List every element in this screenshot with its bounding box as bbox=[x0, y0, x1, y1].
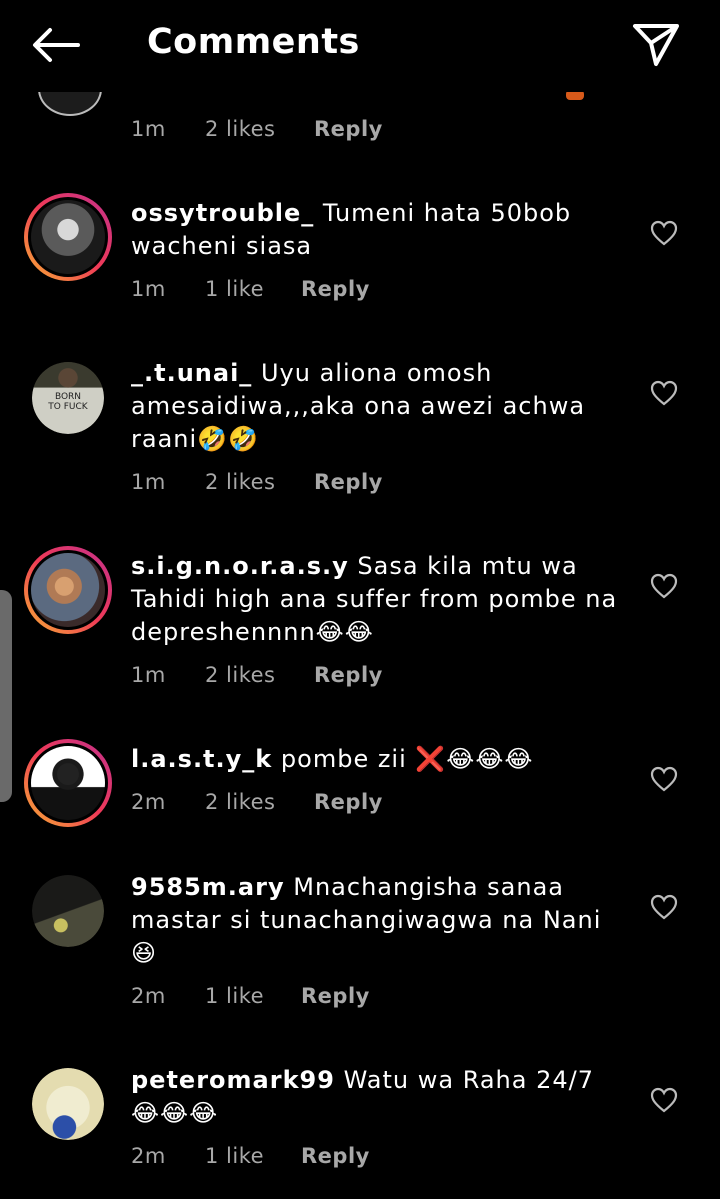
comment-likes[interactable]: 2 likes bbox=[205, 117, 275, 141]
page-title: Comments bbox=[147, 22, 360, 62]
comment-time: 1m bbox=[131, 470, 166, 494]
reply-button[interactable]: Reply bbox=[301, 1144, 370, 1168]
scrollbar-thumb[interactable] bbox=[0, 590, 12, 802]
comment-time: 1m bbox=[131, 117, 166, 141]
comment-text: 9585m.ary Mnachangisha sanaa mastar si t… bbox=[131, 871, 621, 970]
reply-button[interactable]: Reply bbox=[314, 663, 383, 687]
comment-likes[interactable]: 1 like bbox=[205, 984, 264, 1008]
comment-likes[interactable]: 2 likes bbox=[205, 790, 275, 814]
comment-time: 1m bbox=[131, 663, 166, 687]
comment-time: 2m bbox=[131, 984, 166, 1008]
arrow-left-icon bbox=[33, 28, 80, 62]
avatar[interactable] bbox=[32, 1068, 104, 1140]
comment-likes[interactable]: 1 like bbox=[205, 277, 264, 301]
heart-icon[interactable] bbox=[650, 894, 678, 920]
paper-plane-icon bbox=[633, 24, 679, 66]
comment-likes[interactable]: 2 likes bbox=[205, 663, 275, 687]
comment-time: 2m bbox=[131, 790, 166, 814]
comment-username[interactable]: _.t.unai_ bbox=[131, 359, 252, 387]
comment-body: pombe zii ❌😂😂😂 bbox=[280, 745, 534, 773]
comment-username[interactable]: ossytrouble_ bbox=[131, 199, 314, 227]
comment-likes[interactable]: 2 likes bbox=[205, 470, 275, 494]
header-bar: Comments bbox=[0, 0, 720, 92]
comment-time: 1m bbox=[131, 277, 166, 301]
avatar[interactable] bbox=[24, 546, 112, 634]
avatar[interactable] bbox=[24, 739, 112, 827]
heart-icon[interactable] bbox=[650, 1087, 678, 1113]
comment-username[interactable]: s.i.g.n.o.r.a.s.y bbox=[131, 552, 349, 580]
comment-username[interactable]: l.a.s.t.y_k bbox=[131, 745, 272, 773]
share-button[interactable] bbox=[632, 22, 680, 68]
back-button[interactable] bbox=[30, 26, 82, 64]
comment-likes[interactable]: 1 like bbox=[205, 1144, 264, 1168]
reply-button[interactable]: Reply bbox=[314, 117, 383, 141]
reply-button[interactable]: Reply bbox=[301, 984, 370, 1008]
reply-button[interactable]: Reply bbox=[314, 470, 383, 494]
comment-username[interactable]: peteromark99 bbox=[131, 1066, 335, 1094]
heart-icon[interactable] bbox=[650, 573, 678, 599]
reply-button[interactable]: Reply bbox=[314, 790, 383, 814]
comment-text: s.i.g.n.o.r.a.s.y Sasa kila mtu wa Tahid… bbox=[131, 550, 621, 649]
heart-icon[interactable] bbox=[650, 380, 678, 406]
reply-button[interactable]: Reply bbox=[301, 277, 370, 301]
comment-text: l.a.s.t.y_k pombe zii ❌😂😂😂 bbox=[131, 743, 621, 776]
comment-text: ossytrouble_ Tumeni hata 50bob wacheni s… bbox=[131, 197, 621, 263]
comment-username[interactable]: 9585m.ary bbox=[131, 873, 285, 901]
heart-icon[interactable] bbox=[650, 220, 678, 246]
heart-icon[interactable] bbox=[650, 766, 678, 792]
comment-text: _.t.unai_ Uyu aliona omosh amesaidiwa,,,… bbox=[131, 357, 621, 456]
avatar[interactable] bbox=[24, 193, 112, 281]
avatar-shirt-text: BORN TO FUCK bbox=[48, 392, 88, 412]
comment-time: 2m bbox=[131, 1144, 166, 1168]
avatar[interactable]: BORN TO FUCK bbox=[32, 362, 104, 434]
comment-text: peteromark99 Watu wa Raha 24/7😂😂😂 bbox=[131, 1064, 621, 1130]
avatar[interactable] bbox=[32, 875, 104, 947]
